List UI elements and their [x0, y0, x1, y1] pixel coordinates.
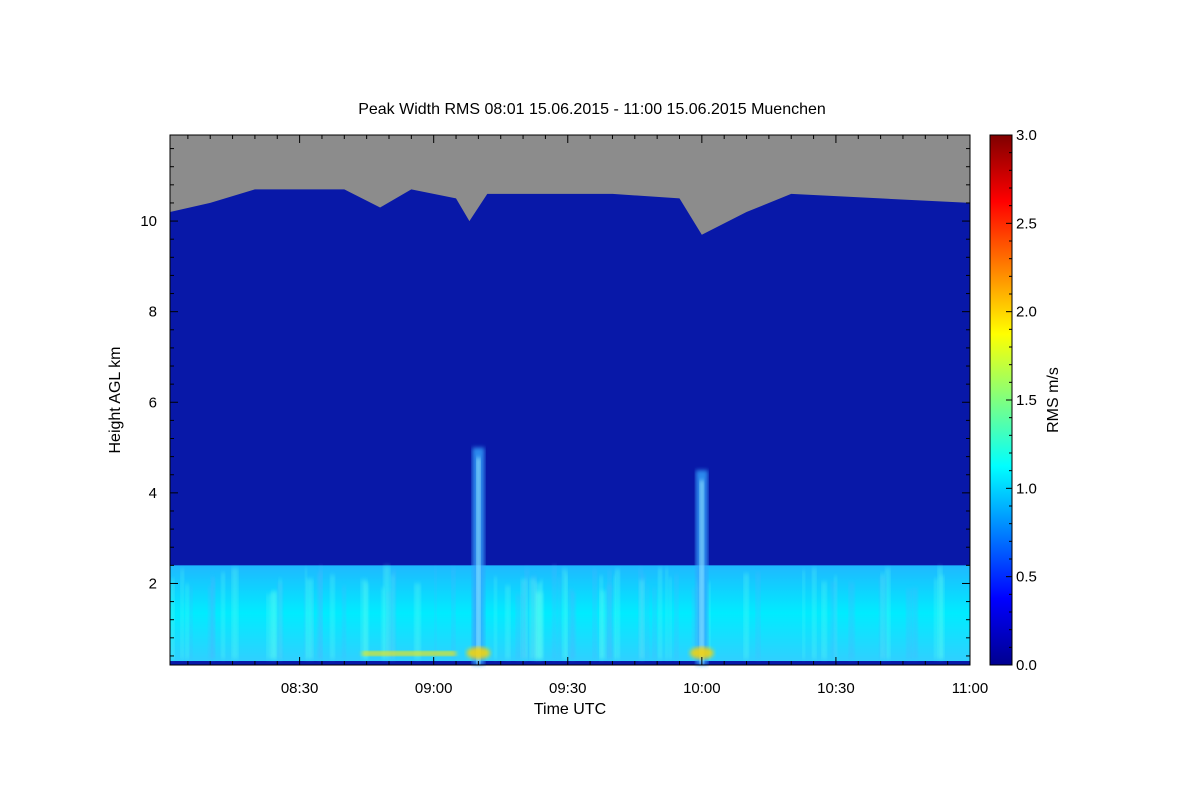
boundary-layer-streak — [755, 572, 761, 659]
colorbar-tick-label: 2.0 — [1016, 304, 1037, 321]
boundary-layer-streak — [414, 583, 421, 659]
boundary-layer-streak — [880, 572, 885, 659]
boundary-layer-streak — [210, 575, 215, 659]
boundary-layer-streak — [434, 567, 437, 659]
boundary-layer-streak — [592, 569, 597, 659]
colorbar-tick-label: 0.5 — [1016, 569, 1037, 586]
x-tick-label: 09:30 — [549, 680, 587, 697]
boundary-layer-streak — [934, 578, 938, 659]
boundary-layer-streak — [830, 581, 837, 659]
plume-base-hotspot — [466, 647, 491, 659]
y-tick-label: 2 — [149, 575, 157, 592]
boundary-layer-streak — [330, 574, 335, 659]
x-tick-label: 09:00 — [415, 680, 453, 697]
y-tick-label: 6 — [149, 394, 157, 411]
boundary-layer-streak — [646, 585, 650, 659]
y-tick-label: 4 — [149, 485, 157, 502]
boundary-layer-streak — [615, 569, 620, 659]
boundary-layer-streak — [391, 569, 396, 659]
boundary-layer-streak — [306, 578, 314, 659]
boundary-layer-streak — [271, 590, 278, 659]
boundary-layer-streak — [529, 578, 537, 659]
boundary-layer-streak — [639, 580, 645, 659]
colorbar: 0.0 0.5 1.0 1.5 2.0 2.5 3.0 RMS m/s — [989, 127, 1062, 674]
boundary-layer-streak — [939, 575, 945, 659]
boundary-layer-streak — [303, 590, 306, 659]
surface-high-rms-streak — [362, 651, 457, 656]
x-tick-label: 10:30 — [817, 680, 855, 697]
boundary-layer-streak — [599, 575, 603, 659]
y-tick-label: 8 — [149, 304, 157, 321]
boundary-layer-streak — [665, 568, 669, 659]
colorbar-tick-label: 0.0 — [1016, 657, 1037, 674]
y-tick-label: 10 — [140, 213, 157, 230]
x-axis-label: Time UTC — [534, 701, 606, 718]
boundary-layer-streak — [277, 583, 283, 659]
boundary-layer-streak — [606, 584, 613, 659]
plume-core — [699, 480, 704, 665]
boundary-layer-streak — [180, 569, 184, 659]
boundary-layer-streak — [571, 591, 576, 659]
colorbar-tick-label: 2.5 — [1016, 215, 1037, 232]
plume-core — [476, 457, 481, 665]
boundary-layer-streak — [707, 582, 711, 659]
boundary-layer-streak — [821, 581, 827, 659]
boundary-layer-streak — [364, 582, 369, 659]
boundary-layer-streak — [221, 572, 226, 659]
colorbar-tick-label: 1.0 — [1016, 480, 1037, 497]
x-tick-label: 11:00 — [952, 680, 988, 697]
colorbar-tick-label: 1.5 — [1016, 392, 1037, 409]
boundary-layer-streak — [565, 573, 568, 659]
boundary-layer-streak — [317, 572, 323, 659]
boundary-layer-streak — [493, 577, 497, 659]
x-tick-label: 08:30 — [281, 680, 319, 697]
boundary-layer-streak — [652, 588, 657, 659]
rms-heatmap-chart: Peak Width RMS 08:01 15.06.2015 - 11:00 … — [107, 101, 1062, 718]
boundary-layer-streak — [540, 579, 543, 659]
boundary-layer-streak — [669, 577, 672, 659]
boundary-layer-streak — [170, 579, 175, 659]
y-axis-label: Height AGL km — [107, 346, 124, 453]
boundary-layer-streak — [552, 565, 557, 659]
x-tick-label: 10:00 — [683, 680, 721, 697]
boundary-layer-streak — [231, 567, 239, 659]
boundary-layer-streak — [451, 567, 456, 659]
boundary-layer-streak — [189, 586, 193, 659]
boundary-layer-streak — [516, 594, 522, 659]
boundary-layer-streak — [906, 589, 912, 659]
chart-title: Peak Width RMS 08:01 15.06.2015 - 11:00 … — [358, 101, 826, 118]
boundary-layer-streak — [802, 570, 806, 659]
colorbar-label: RMS m/s — [1045, 367, 1062, 433]
boundary-layer-streak — [743, 573, 749, 659]
boundary-layer-streak — [522, 594, 525, 659]
boundary-layer-streak — [383, 565, 391, 659]
boundary-layer-streak — [911, 587, 918, 659]
boundary-layer-streak — [185, 583, 189, 659]
boundary-layer-streak — [505, 585, 511, 659]
boundary-layer-streak — [557, 577, 562, 659]
boundary-layer-streak — [342, 585, 347, 659]
boundary-layer-streak — [658, 568, 662, 659]
colorbar-tick-label: 3.0 — [1016, 127, 1037, 144]
plot-area: 08:30 09:00 09:30 10:00 10:30 11:00 2 4 6 8 10 — [140, 134, 988, 697]
boundary-layer-streak — [674, 574, 679, 659]
boundary-layer-streak — [848, 582, 855, 659]
boundary-layer-streak — [812, 567, 817, 659]
